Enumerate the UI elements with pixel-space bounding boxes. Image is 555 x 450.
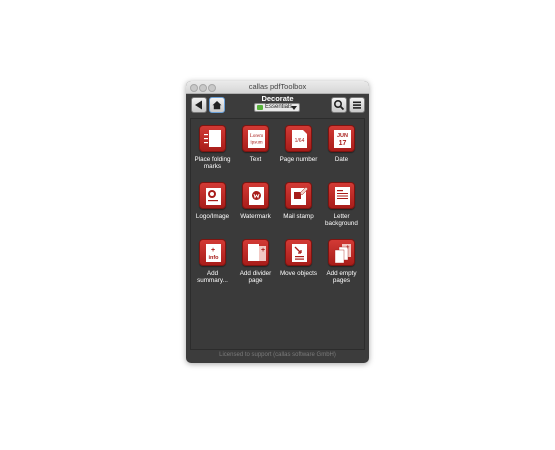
action-text[interactable]: Lorem ipsum Text bbox=[234, 125, 277, 163]
search-button[interactable] bbox=[331, 97, 347, 113]
action-label: Watermark bbox=[240, 213, 271, 220]
action-mail-stamp[interactable]: Mail stamp bbox=[277, 182, 320, 220]
action-label: Place folding marks bbox=[194, 156, 231, 171]
menu-button[interactable] bbox=[349, 97, 365, 113]
action-label: Add empty pages bbox=[326, 270, 357, 285]
svg-text:17: 17 bbox=[339, 140, 347, 147]
action-label: Date bbox=[334, 156, 349, 163]
tile-watermark[interactable] bbox=[242, 182, 269, 209]
action-date[interactable]: JUN 17 Date bbox=[320, 125, 363, 163]
svg-text:+: + bbox=[211, 247, 215, 254]
action-label: Logo/Image bbox=[195, 213, 230, 220]
toolbar: Decorate Essentials bbox=[186, 94, 369, 116]
svg-text:+: + bbox=[261, 247, 265, 254]
svg-text:ipsum: ipsum bbox=[250, 141, 262, 146]
pdftoolbox-window: callas pdfToolbox Decorate Essentials Pl… bbox=[186, 81, 369, 363]
add-empty-pages-icon: + bbox=[334, 244, 351, 264]
svg-text:+: + bbox=[346, 245, 350, 251]
action-page-number[interactable]: 1/64 Page number bbox=[277, 125, 320, 163]
search-icon bbox=[333, 99, 345, 111]
action-label: Move objects bbox=[279, 270, 318, 277]
action-add-empty-pages[interactable]: + Add empty pages bbox=[320, 239, 363, 285]
license-footer: Licensed to support (callas software Gmb… bbox=[219, 352, 336, 358]
mail-stamp-icon bbox=[291, 186, 309, 205]
svg-text:info: info bbox=[208, 255, 219, 261]
letter-background-icon bbox=[335, 187, 350, 205]
action-label: Letter background bbox=[325, 213, 358, 228]
folding-marks-icon bbox=[204, 130, 221, 147]
action-place-folding-marks[interactable]: Place folding marks bbox=[191, 125, 234, 171]
add-divider-page-icon: + bbox=[248, 244, 266, 261]
action-letter-background[interactable]: Letter background bbox=[320, 182, 363, 228]
add-summary-icon: + info bbox=[206, 244, 221, 262]
library-select[interactable]: Essentials bbox=[254, 103, 300, 112]
action-add-divider-page[interactable]: + Add divider page bbox=[234, 239, 277, 285]
folder-icon bbox=[257, 105, 263, 110]
move-objects-icon bbox=[292, 244, 307, 262]
calendar-icon: JUN 17 bbox=[334, 130, 351, 148]
svg-text:Lorem: Lorem bbox=[250, 134, 263, 139]
tile-page-number[interactable]: 1/64 bbox=[285, 125, 312, 152]
svg-text:JUN: JUN bbox=[337, 133, 348, 139]
list-menu-icon bbox=[353, 101, 361, 109]
logo-image-icon bbox=[206, 188, 221, 205]
tile-logo-image[interactable] bbox=[199, 182, 226, 209]
tile-date[interactable]: JUN 17 bbox=[328, 125, 355, 152]
window-title: callas pdfToolbox bbox=[248, 82, 307, 91]
tile-add-summary[interactable]: + info bbox=[199, 239, 226, 266]
tile-place-folding-marks[interactable] bbox=[199, 125, 226, 152]
tile-move-objects[interactable] bbox=[285, 239, 312, 266]
library-select-label: Essentials bbox=[265, 104, 293, 110]
action-move-objects[interactable]: Move objects bbox=[277, 239, 320, 277]
action-label: Text bbox=[249, 156, 262, 163]
action-label: Add divider page bbox=[239, 270, 272, 285]
action-logo-image[interactable]: Logo/Image bbox=[191, 182, 234, 220]
svg-text:1/64: 1/64 bbox=[295, 138, 305, 144]
watermark-icon bbox=[249, 187, 264, 205]
tile-text[interactable]: Lorem ipsum bbox=[242, 125, 269, 152]
tile-add-empty-pages[interactable]: + bbox=[328, 239, 355, 266]
tile-letter-background[interactable] bbox=[328, 182, 355, 209]
action-watermark[interactable]: Watermark bbox=[234, 182, 277, 220]
action-add-summary[interactable]: + info Add summary... bbox=[191, 239, 234, 285]
action-label: Mail stamp bbox=[283, 213, 314, 220]
tile-mail-stamp[interactable] bbox=[285, 182, 312, 209]
title-bar[interactable]: callas pdfToolbox bbox=[186, 81, 369, 94]
action-label: Add summary... bbox=[197, 270, 228, 285]
tile-add-divider-page[interactable]: + bbox=[242, 239, 269, 266]
page-number-icon: 1/64 bbox=[292, 130, 307, 148]
action-label: Page number bbox=[279, 156, 318, 163]
chevron-down-icon bbox=[291, 106, 297, 110]
lorem-ipsum-icon: Lorem ipsum bbox=[248, 130, 265, 148]
actions-grid: Place folding marks Lorem ipsum Text 1/6… bbox=[190, 118, 365, 350]
